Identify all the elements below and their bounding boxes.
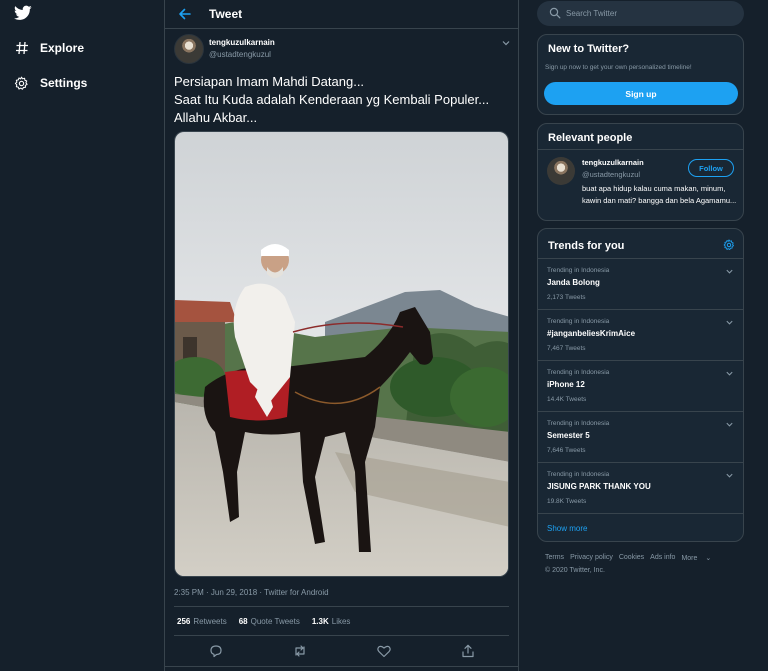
- trend-name: Janda Bolong: [547, 278, 600, 287]
- tweet-stats: 256 Retweets 68 Quote Tweets 1.3K Likes: [177, 617, 362, 626]
- trend-item[interactable]: Trending in Indonesia JISUNG PARK THANK …: [538, 462, 743, 513]
- chevron-down-icon[interactable]: [725, 267, 734, 276]
- twitter-logo-icon[interactable]: [14, 5, 32, 21]
- relevant-person-name[interactable]: tengkuzulkarnain: [582, 158, 644, 167]
- relevant-people-title: Relevant people: [548, 132, 633, 144]
- chevron-down-icon[interactable]: [725, 471, 734, 480]
- search-input[interactable]: [566, 6, 736, 21]
- trend-item[interactable]: Trending in Indonesia #janganbeliesKrimA…: [538, 309, 743, 360]
- trend-count: 14.4K Tweets: [547, 396, 587, 403]
- retweets-label: Retweets: [193, 617, 227, 626]
- page-title: Tweet: [209, 7, 243, 21]
- chevron-down-icon[interactable]: [501, 38, 511, 48]
- tweet-actions: [165, 643, 518, 661]
- copyright: © 2020 Twitter, Inc.: [545, 567, 605, 574]
- chevron-down-icon: ⌄: [705, 555, 712, 562]
- show-more-label: Show more: [547, 524, 588, 533]
- quote-tweets-count: 68: [238, 617, 248, 626]
- quote-tweets-stat[interactable]: 68 Quote Tweets: [239, 617, 300, 626]
- likes-count: 1.3K: [311, 617, 329, 626]
- new-to-twitter-card: New to Twitter? Sign up now to get your …: [537, 34, 744, 115]
- footer-link-privacy[interactable]: Privacy policy: [570, 554, 613, 562]
- likes-stat[interactable]: 1.3K Likes: [312, 617, 351, 626]
- footer-link-ads-info[interactable]: Ads info: [650, 554, 675, 562]
- follow-button[interactable]: Follow: [688, 159, 734, 177]
- retweets-stat[interactable]: 256 Retweets: [177, 617, 227, 626]
- retweets-count: 256: [177, 617, 191, 626]
- tweet-column: Tweet tengkuzulkarnain @ustadtengkuzul P…: [164, 0, 519, 671]
- trend-item[interactable]: Trending in Indonesia iPhone 12 14.4K Tw…: [538, 360, 743, 411]
- relevant-person-avatar[interactable]: [547, 157, 575, 185]
- trend-name: JISUNG PARK THANK YOU: [547, 482, 651, 491]
- search-icon: [549, 7, 561, 19]
- divider: [165, 666, 518, 667]
- trends-title: Trends for you: [548, 240, 625, 252]
- retweet-icon[interactable]: [292, 643, 308, 659]
- trend-name: Semester 5: [547, 431, 590, 440]
- reply-icon[interactable]: [208, 643, 224, 659]
- footer-link-terms[interactable]: Terms: [545, 554, 564, 562]
- author-handle[interactable]: @ustadtengkuzul: [209, 50, 271, 59]
- show-more-link[interactable]: Show more: [538, 513, 743, 541]
- search-bar[interactable]: [537, 1, 744, 26]
- trend-context: Trending in Indonesia: [547, 318, 610, 325]
- relevant-person-handle[interactable]: @ustadtengkuzul: [582, 170, 640, 179]
- nav-settings[interactable]: Settings: [14, 73, 87, 93]
- chevron-down-icon[interactable]: [725, 369, 734, 378]
- sign-up-button[interactable]: Sign up: [544, 82, 738, 105]
- nav-explore[interactable]: Explore: [14, 38, 84, 58]
- trend-context: Trending in Indonesia: [547, 471, 610, 478]
- chevron-down-icon[interactable]: [725, 420, 734, 429]
- share-icon[interactable]: [460, 643, 476, 659]
- tweet-text: Persiapan Imam Mahdi Datang... Saat Itu …: [174, 74, 490, 125]
- tweet-header: Tweet: [165, 0, 518, 29]
- trend-context: Trending in Indonesia: [547, 267, 610, 274]
- likes-label: Likes: [331, 617, 351, 626]
- trend-item[interactable]: Trending in Indonesia Janda Bolong 2,173…: [538, 258, 743, 309]
- footer: Terms Privacy policy Cookies Ads info Mo…: [545, 554, 745, 574]
- relevant-person-bio: buat apa hidup kalau cuma makan, minum, …: [582, 184, 737, 205]
- divider: [174, 635, 509, 636]
- new-to-twitter-title: New to Twitter?: [548, 43, 630, 55]
- gear-icon: [14, 76, 29, 91]
- nav-settings-label: Settings: [40, 76, 88, 90]
- trend-name: iPhone 12: [547, 380, 585, 389]
- footer-link-cookies[interactable]: Cookies: [619, 554, 644, 562]
- footer-more-label: More: [681, 555, 698, 562]
- divider: [538, 149, 743, 150]
- hashtag-icon: [14, 41, 29, 56]
- left-navigation: Explore Settings: [0, 0, 164, 671]
- tweet-timestamp[interactable]: 2:35 PM · Jun 29, 2018 · Twitter for And…: [174, 588, 329, 597]
- author-avatar[interactable]: [174, 34, 204, 64]
- back-arrow-icon[interactable]: [177, 6, 193, 22]
- divider: [174, 606, 509, 607]
- chevron-down-icon[interactable]: [725, 318, 734, 327]
- relevant-people-card: Relevant people tengkuzulkarnain @ustadt…: [537, 123, 744, 221]
- quote-tweets-label: Quote Tweets: [250, 617, 300, 626]
- trend-context: Trending in Indonesia: [547, 420, 610, 427]
- new-to-twitter-subtitle: Sign up now to get your own personalized…: [545, 64, 692, 71]
- trend-count: 19.8K Tweets: [547, 498, 587, 505]
- author-name[interactable]: tengkuzulkarnain: [209, 38, 275, 47]
- trend-count: 7,467 Tweets: [547, 345, 586, 352]
- trend-name: #janganbeliesKrimAice: [547, 329, 636, 338]
- heart-icon[interactable]: [376, 643, 392, 659]
- trends-card: Trends for you Trending in Indonesia Jan…: [537, 228, 744, 542]
- tweet-photo[interactable]: [174, 131, 509, 577]
- footer-link-more[interactable]: More ⌄: [681, 554, 717, 562]
- trend-context: Trending in Indonesia: [547, 369, 610, 376]
- horse-rider-photo: [175, 132, 508, 576]
- nav-explore-label: Explore: [40, 41, 85, 55]
- trend-item[interactable]: Trending in Indonesia Semester 5 7,646 T…: [538, 411, 743, 462]
- gear-icon[interactable]: [723, 239, 735, 251]
- trend-count: 2,173 Tweets: [547, 294, 586, 301]
- trend-count: 7,646 Tweets: [547, 447, 586, 454]
